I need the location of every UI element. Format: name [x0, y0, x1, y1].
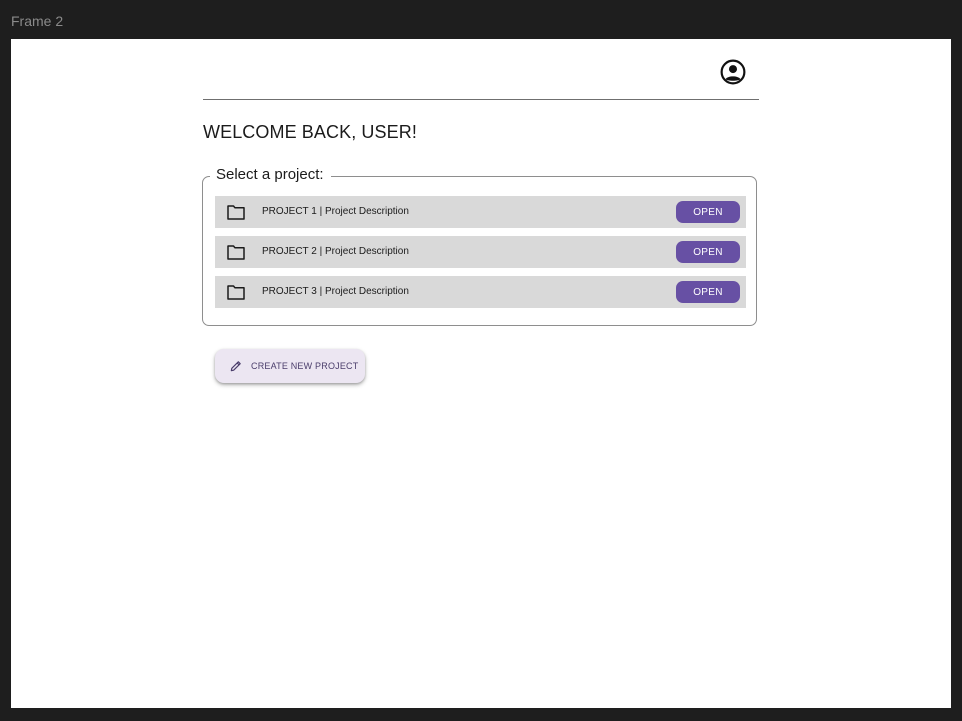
app-frame: WELCOME BACK, USER! Select a project: PR…: [11, 39, 951, 708]
folder-icon: [227, 245, 245, 260]
frame-label: Frame 2: [11, 13, 64, 29]
project-selector: Select a project: PROJECT 1 | Project De…: [202, 166, 757, 326]
account-circle-icon[interactable]: [720, 59, 746, 85]
project-row[interactable]: PROJECT 3 | Project Description OPEN: [215, 276, 746, 308]
open-project-2-button[interactable]: OPEN: [676, 241, 740, 263]
project-label: PROJECT 2 | Project Description: [262, 246, 409, 257]
header-divider: [203, 99, 759, 100]
open-project-3-button[interactable]: OPEN: [676, 281, 740, 303]
open-project-1-button[interactable]: OPEN: [676, 201, 740, 223]
welcome-heading: WELCOME BACK, USER!: [203, 122, 417, 142]
folder-icon: [227, 205, 245, 220]
pencil-icon: [230, 361, 241, 372]
project-row[interactable]: PROJECT 1 | Project Description OPEN: [215, 196, 746, 228]
folder-icon: [227, 285, 245, 300]
project-label: PROJECT 3 | Project Description: [262, 286, 409, 297]
create-new-project-button[interactable]: CREATE NEW PROJECT: [215, 349, 365, 383]
create-new-project-label: CREATE NEW PROJECT: [251, 361, 359, 371]
project-label: PROJECT 1 | Project Description: [262, 206, 409, 217]
project-selector-legend: Select a project:: [210, 166, 331, 183]
project-row[interactable]: PROJECT 2 | Project Description OPEN: [215, 236, 746, 268]
